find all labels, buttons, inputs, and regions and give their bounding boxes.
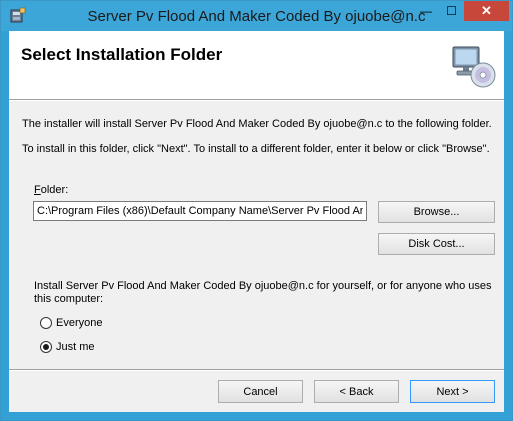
install-location-text: The installer will install Server Pv Flo… [22,118,492,130]
installer-window: Server Pv Flood And Maker Coded By ojuob… [0,0,513,421]
wizard-header: Select Installation Folder [9,31,504,99]
folder-label: Folder: [34,184,68,196]
page-title: Select Installation Folder [21,45,223,64]
cancel-button[interactable]: Cancel [218,380,303,403]
folder-label-accelerator: F [34,184,41,196]
radio-just-me[interactable]: Just me [40,341,95,353]
dialog-client-area: Select Installation Folder The installer… [9,31,504,412]
radio-everyone[interactable]: Everyone [40,317,102,329]
minimize-button[interactable]: — [413,1,439,21]
folder-path-input[interactable] [33,201,367,221]
radio-everyone-label[interactable]: Everyone [56,317,102,329]
install-for-text: Install Server Pv Flood And Maker Coded … [34,280,492,305]
computer-disc-icon [452,46,496,88]
disk-cost-button[interactable]: Disk Cost... [378,233,495,255]
next-button[interactable]: Next > [410,380,495,403]
back-button[interactable]: < Back [314,380,399,403]
radio-everyone-circle[interactable] [40,317,52,329]
install-instructions-text: To install in this folder, click "Next".… [22,143,490,155]
close-button[interactable]: ✕ [464,1,509,21]
browse-button[interactable]: Browse... [378,201,495,223]
header-separator [9,99,504,101]
folder-label-text: older: [40,184,69,196]
radio-just-me-circle[interactable] [40,341,52,353]
footer-separator [9,369,504,371]
radio-just-me-label[interactable]: Just me [56,341,95,353]
title-bar[interactable]: Server Pv Flood And Maker Coded By ojuob… [1,1,512,31]
maximize-button[interactable]: ☐ [439,1,464,21]
